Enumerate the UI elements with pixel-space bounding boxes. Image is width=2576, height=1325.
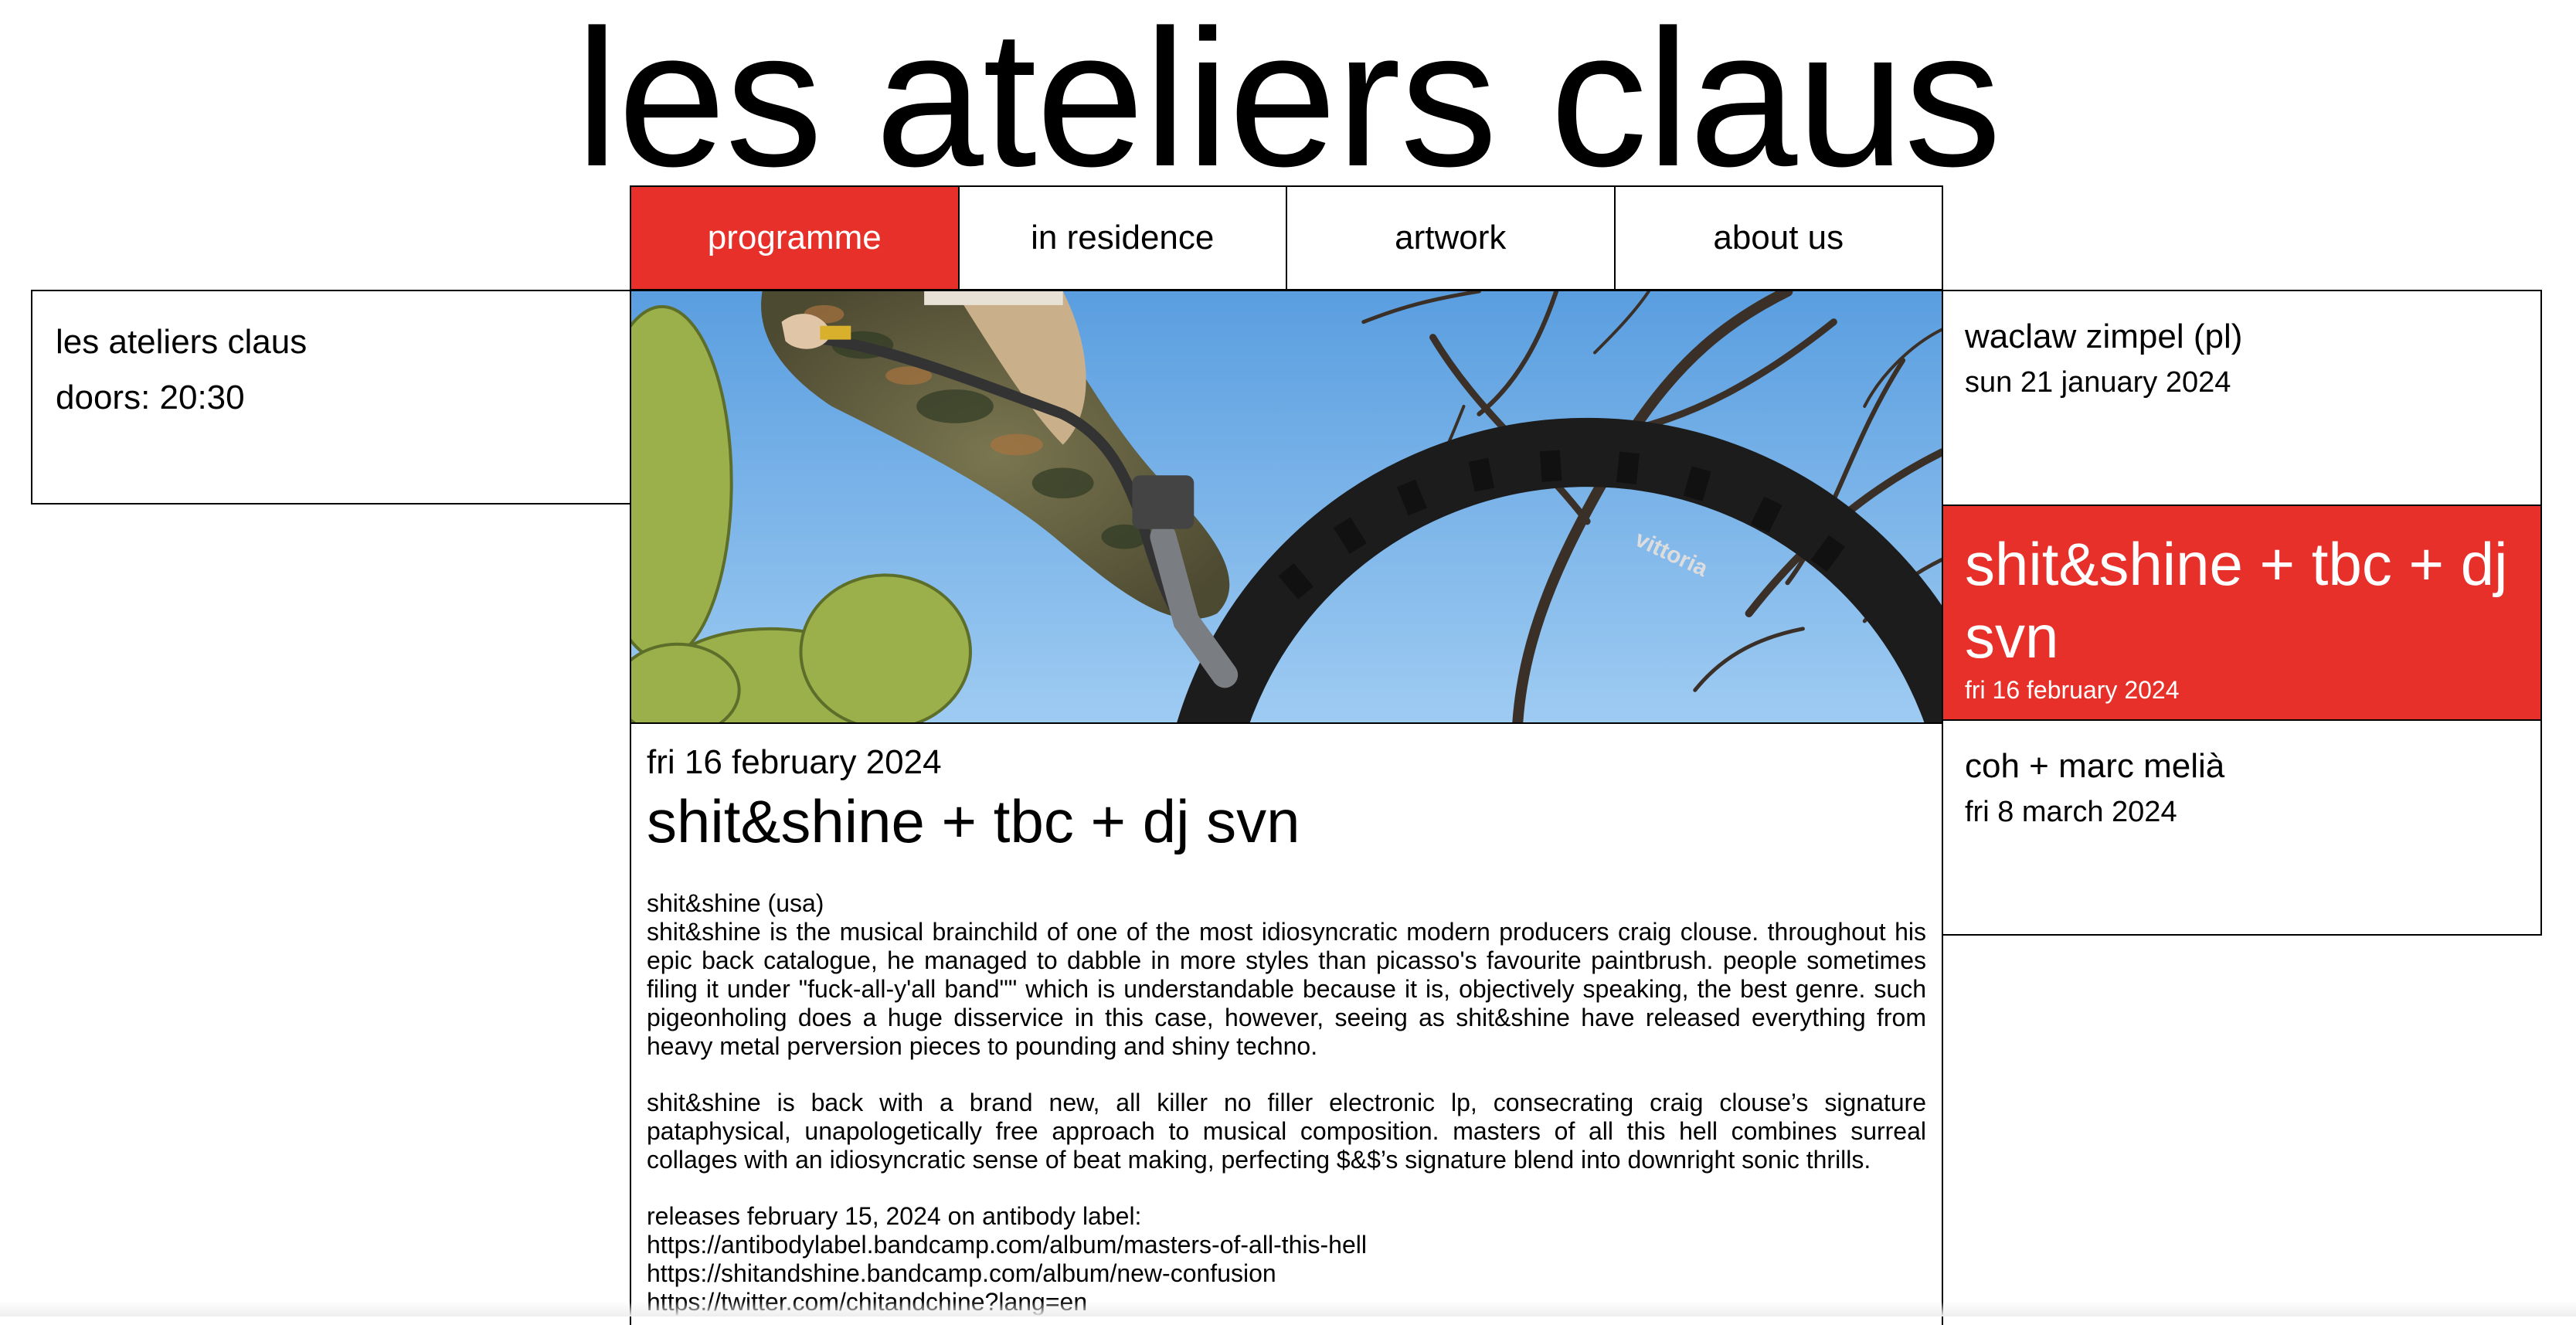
event-item-coh-marc-melia[interactable]: coh + marc melià fri 8 march 2024	[1942, 719, 2542, 936]
event-item-waclaw-zimpel[interactable]: waclaw zimpel (pl) sun 21 january 2024	[1942, 290, 2542, 506]
tab-programme[interactable]: programme	[631, 187, 958, 289]
event-photo-image: vittoria	[631, 291, 1942, 722]
event-title: waclaw zimpel (pl)	[1965, 318, 2243, 355]
article-paragraph: shit&shine is back with a brand new, all…	[647, 1089, 1926, 1174]
event-date: fri 8 march 2024	[1965, 796, 2177, 828]
main-nav: programme in residence artwork about us	[630, 185, 1943, 290]
event-article: fri 16 february 2024 shit&shine + tbc + …	[630, 722, 1943, 1325]
article-title: shit&shine + tbc + dj svn	[647, 787, 1300, 855]
event-item-shit-and-shine[interactable]: shit&shine + tbc + dj svn fri 16 februar…	[1942, 505, 2542, 721]
venue-name: les ateliers claus	[56, 323, 308, 361]
article-body: shit&shine (usa) shit&shine is the music…	[647, 889, 1926, 1317]
event-date: sun 21 january 2024	[1965, 366, 2231, 399]
external-link[interactable]: https://antibodylabel.bandcamp.com/album…	[647, 1231, 1926, 1259]
site-title[interactable]: les ateliers claus	[0, 2, 2576, 196]
doors-time: doors: 20:30	[56, 379, 245, 416]
page-bottom-fade	[0, 1301, 2576, 1317]
event-date: fri 16 february 2024	[1965, 676, 2180, 704]
event-title: coh + marc melià	[1965, 747, 2225, 785]
tab-about-us[interactable]: about us	[1613, 187, 1942, 289]
event-photo: vittoria	[630, 290, 1943, 724]
event-title: shit&shine + tbc + dj svn	[1965, 530, 2508, 671]
artist-heading: shit&shine (usa)	[647, 889, 824, 917]
venue-info: les ateliers claus doors: 20:30	[31, 290, 631, 505]
external-link[interactable]: https://shitandshine.bandcamp.com/album/…	[647, 1259, 1926, 1288]
article-paragraph: shit&shine is the musical brainchild of …	[647, 918, 1926, 1060]
release-info: releases february 15, 2024 on antibody l…	[647, 1202, 1142, 1230]
tab-artwork[interactable]: artwork	[1286, 187, 1614, 289]
event-list: waclaw zimpel (pl) sun 21 january 2024 s…	[1942, 290, 2542, 936]
article-date: fri 16 february 2024	[647, 743, 942, 781]
tab-in-residence[interactable]: in residence	[957, 187, 1286, 289]
